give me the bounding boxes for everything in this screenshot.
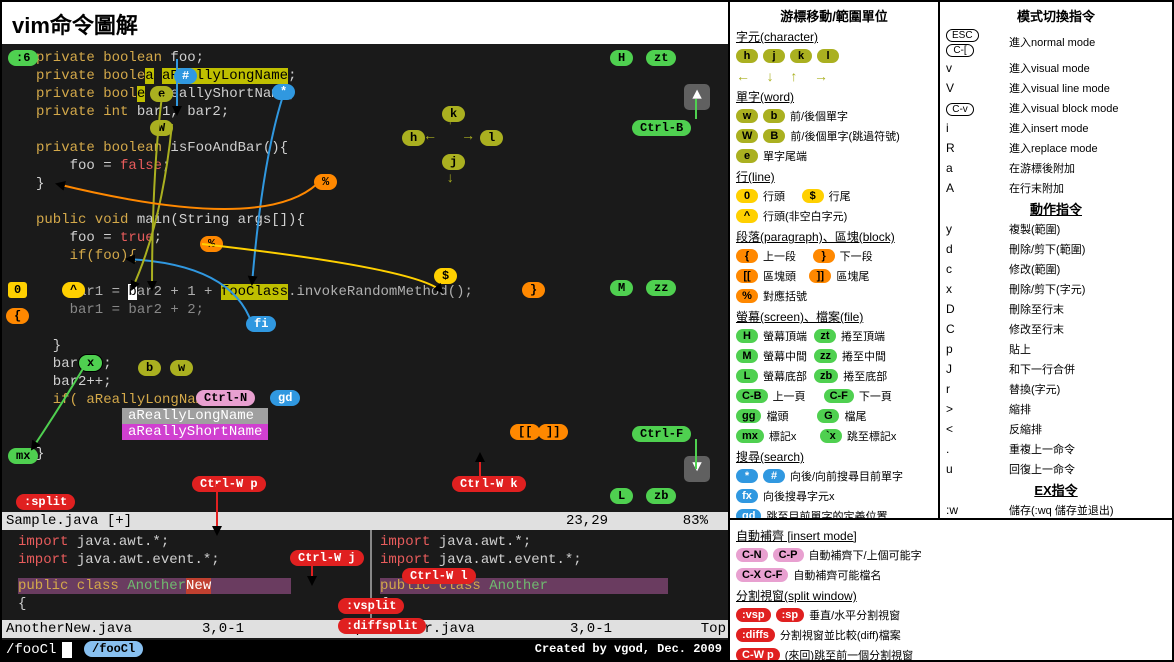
tag-j: j: [442, 154, 465, 170]
tag-search-match: /fooCl: [84, 641, 143, 657]
svg-text:←: ←: [426, 129, 435, 145]
tag-w: w: [170, 360, 193, 376]
tag-star: *: [272, 84, 295, 100]
tag-h: h: [402, 130, 425, 146]
editor-area: private boolean foo; private boolea aRea…: [2, 44, 728, 660]
tag-zz: zz: [646, 280, 676, 296]
tag-l: l: [480, 130, 503, 146]
tag-zero: 0: [8, 282, 27, 298]
tag-split: :split: [16, 494, 75, 510]
tag-bb-open: [[: [510, 424, 540, 440]
tag-line6: :6: [8, 50, 38, 66]
tag-ctrl-f: Ctrl-F: [632, 426, 691, 442]
scroll-down-icon: ▼: [684, 456, 710, 482]
tag-cwl: Ctrl-W l: [402, 568, 476, 584]
main-diagram: vim命令圖解 private boolean foo; private boo…: [0, 0, 730, 662]
tag-zb: zb: [646, 488, 676, 504]
tag-x: x: [78, 354, 103, 372]
tag-W: W: [150, 120, 173, 136]
page-title: vim命令圖解: [2, 2, 728, 44]
tag-brace-close: }: [522, 282, 545, 298]
tag-zt: zt: [646, 50, 676, 66]
tag-e: e: [150, 86, 173, 102]
bottom-right-panel: 自動補齊 [insert mode] C-NC-P自動補齊下/上個可能字 C-X…: [730, 520, 1174, 662]
tag-cwj: Ctrl-W j: [290, 550, 364, 566]
tag-diffsplit: :diffsplit: [338, 618, 426, 634]
tag-k: k: [442, 106, 465, 122]
tag-mx: mx: [8, 448, 38, 464]
tag-L: L: [610, 488, 633, 504]
tag-H: H: [610, 50, 633, 66]
motion-panel: 游標移動/範圍單位 字元(character) hjkl ← ↓ ↑ → 單字(…: [730, 0, 940, 520]
status-bar-left: AnotherNew.java 3,0-1 Top: [2, 620, 370, 638]
tag-ctrl-b: Ctrl-B: [632, 120, 691, 136]
svg-text:↓: ↓: [446, 171, 454, 187]
scroll-up-icon: ▲: [684, 84, 710, 110]
autocomplete-popup: aReallyLongName aReallyShortName: [122, 408, 268, 440]
tag-bb-close: ]]: [538, 424, 568, 440]
tag-pct2: %: [200, 236, 223, 252]
tag-M: M: [610, 280, 633, 296]
tag-dollar: $: [434, 268, 457, 284]
mode-action-panel: 模式切換指令 ESCC-[進入normal modev進入visual mode…: [940, 0, 1174, 520]
tag-cwk: Ctrl-W k: [452, 476, 526, 492]
tag-hash: #: [174, 68, 197, 84]
tag-b: b: [138, 360, 161, 376]
tag-gd: gd: [270, 390, 300, 406]
tag-brace-open: {: [6, 308, 29, 324]
tag-vsplit: :vsplit: [338, 598, 404, 614]
svg-text:→: →: [464, 129, 473, 145]
tag-fi: fi: [246, 316, 276, 332]
tag-caret: ^: [62, 282, 85, 298]
tag-pct1: %: [314, 174, 337, 190]
tag-cwp: Ctrl-W p: [192, 476, 266, 492]
tag-ctrl-n: Ctrl-N: [196, 390, 255, 406]
credit: Created by vgod, Dec. 2009: [535, 642, 722, 656]
status-bar-top: Sample.java [+] 23,29 83%: [2, 512, 728, 530]
